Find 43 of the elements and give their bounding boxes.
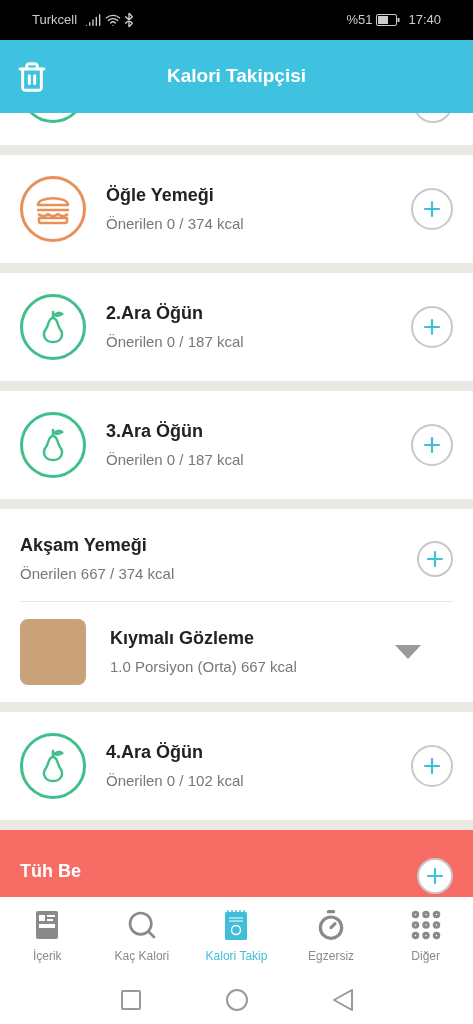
meal-calories: Önerilen 0 / 102 kcal: [106, 771, 245, 792]
notepad-icon: [225, 910, 248, 940]
home-icon[interactable]: [225, 988, 248, 1011]
wifi-icon: [105, 12, 122, 28]
burger-icon: [20, 176, 86, 242]
food-photo-placeholder: [20, 619, 86, 685]
add-button[interactable]: [411, 188, 453, 230]
meal-title: Akşam Yemeği: [20, 534, 148, 558]
meal-title: 4.Ara Öğün: [106, 741, 204, 765]
meal-calories: Önerilen 667 / 374 kcal: [20, 564, 176, 585]
dropdown-icon[interactable]: [395, 645, 421, 659]
recent-apps-icon[interactable]: [120, 989, 141, 1010]
tab[interactable]: Kalori Takip: [189, 907, 284, 965]
tab[interactable]: İçerik: [0, 907, 95, 965]
add-button[interactable]: [417, 541, 453, 577]
food-name: Kıymalı Gözleme: [110, 627, 256, 651]
battery-percent: %51: [346, 11, 373, 30]
add-button[interactable]: [417, 858, 453, 894]
signal-icon: [85, 12, 102, 28]
meal-title: Öğle Yemeği: [106, 184, 215, 208]
trash-icon: [16, 60, 48, 93]
tab[interactable]: Diğer: [378, 907, 473, 965]
article-icon: [36, 911, 59, 939]
meal-title: 3.Ara Öğün: [106, 420, 204, 444]
meal-calories: Önerilen 0 / 187 kcal: [106, 450, 245, 471]
meal-calories: Önerilen 0 / 187 kcal: [106, 332, 245, 353]
tab[interactable]: Egzersiz: [283, 907, 379, 965]
pear-icon: [20, 733, 86, 799]
pear-icon: [20, 294, 86, 360]
pear-icon: [20, 412, 86, 478]
add-button[interactable]: [411, 306, 453, 348]
add-button[interactable]: [411, 745, 453, 787]
tab[interactable]: Kaç Kalori: [94, 907, 190, 965]
carrier-label: Turkcell: [32, 11, 78, 30]
meal-calories: Önerilen 0 / 374 kcal: [106, 214, 245, 235]
clock: 17:40: [408, 11, 441, 30]
meal-title: 2.Ara Öğün: [106, 302, 204, 326]
header-title: Kalori Takipçisi: [167, 64, 306, 89]
back-icon[interactable]: [332, 988, 353, 1011]
add-button[interactable]: [411, 424, 453, 466]
food-portion: 1.0 Porsiyon (Orta) 667 kcal: [110, 657, 298, 678]
alert-title: Tüh Be: [20, 860, 81, 883]
battery-icon: [376, 14, 401, 26]
